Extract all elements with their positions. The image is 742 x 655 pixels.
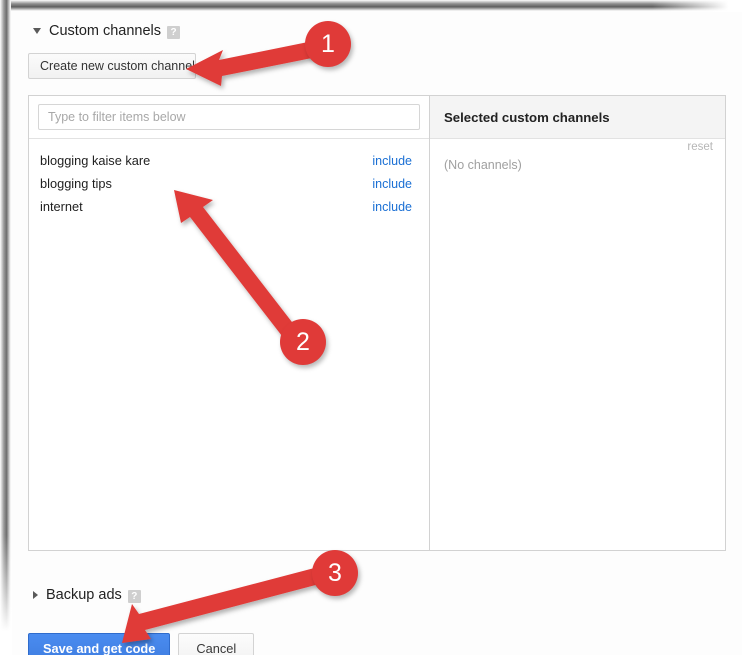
footer-actions: Save and get code Cancel [28,633,255,655]
include-link[interactable]: include [372,154,412,168]
cancel-button-label: Cancel [196,641,237,655]
include-link[interactable]: include [372,177,412,191]
custom-channels-section-header[interactable]: Custom channels ? [33,23,181,39]
selected-channels-header: Selected custom channels [430,96,725,139]
cancel-button[interactable]: Cancel [178,633,255,655]
window-top-edge [0,0,742,11]
question-mark-icon[interactable]: ? [167,25,181,39]
filter-input[interactable] [38,104,420,130]
save-and-get-code-button[interactable]: Save and get code [28,633,171,655]
include-link[interactable]: include [372,200,412,214]
save-button-label: Save and get code [43,641,156,655]
question-mark-icon[interactable]: ? [127,589,141,603]
backup-ads-section-header[interactable]: Backup ads ? [33,587,141,603]
page-title: Custom channels [49,23,162,39]
no-channels-message: (No channels) [444,158,522,172]
list-item[interactable]: blogging tips include [29,172,429,195]
triangle-down-icon[interactable] [33,28,41,34]
channel-name: internet [40,199,83,214]
custom-channel-list: blogging kaise kare include blogging tip… [29,139,429,218]
custom-channels-selector: blogging kaise kare include blogging tip… [28,95,726,551]
filter-row [29,96,429,139]
channel-name: blogging kaise kare [40,153,151,168]
triangle-right-icon[interactable] [33,591,38,599]
reset-link[interactable]: reset [687,141,713,153]
annotation-badge-3: 3 [312,550,358,596]
annotation-badge-2: 2 [280,319,326,365]
page-surface: Custom channels ? Create new custom chan… [11,11,742,655]
backup-ads-label: Backup ads [46,587,122,603]
available-channels-pane: blogging kaise kare include blogging tip… [29,96,430,550]
create-new-custom-channel-label: Create new custom channel [40,59,195,73]
channel-name: blogging tips [40,176,112,191]
selected-channels-pane: Selected custom channels reset (No chann… [430,96,725,550]
create-new-custom-channel-button[interactable]: Create new custom channel [28,53,196,79]
list-item[interactable]: internet include [29,195,429,218]
window-top-edge-fade [652,0,742,12]
list-item[interactable]: blogging kaise kare include [29,149,429,172]
reset-row: reset [430,139,725,153]
annotation-badge-1: 1 [305,21,351,67]
screenshot-root: Custom channels ? Create new custom chan… [0,0,742,655]
window-left-edge-fade [0,535,12,655]
